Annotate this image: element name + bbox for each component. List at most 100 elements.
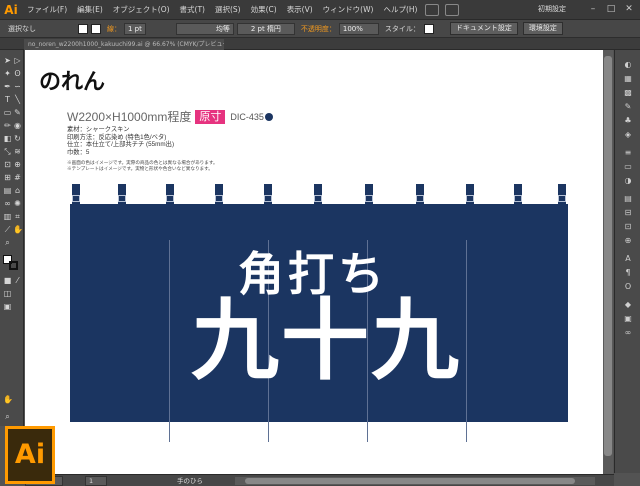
rectangle-tool-icon[interactable]: ▭ bbox=[3, 108, 12, 117]
stroke-label[interactable]: 線： bbox=[107, 24, 121, 34]
scale-badge: 原寸 bbox=[195, 109, 226, 124]
paragraph-panel-icon[interactable]: ¶ bbox=[623, 268, 633, 278]
bridge-icon[interactable] bbox=[425, 3, 440, 16]
variable-width-profile[interactable]: 均等 bbox=[175, 22, 234, 35]
stroke-swatch[interactable] bbox=[91, 23, 101, 34]
menu-object[interactable]: オブジェクト(O) bbox=[108, 4, 175, 15]
minimize-icon[interactable]: – bbox=[586, 3, 600, 15]
draw-mode-icon[interactable]: ◫ bbox=[3, 289, 12, 298]
menu-select[interactable]: 選択(S) bbox=[210, 4, 246, 15]
align-panel-icon[interactable]: ⊟ bbox=[623, 208, 633, 218]
menu-help[interactable]: ヘルプ(H) bbox=[378, 4, 422, 15]
layers-panel-icon[interactable]: ◆ bbox=[623, 300, 633, 310]
arrange-documents-icon[interactable] bbox=[445, 3, 460, 16]
brushes-panel-icon[interactable]: ✎ bbox=[623, 102, 633, 112]
stroke-panel-icon[interactable]: ≡ bbox=[623, 148, 633, 158]
horizontal-scroll-thumb[interactable] bbox=[245, 478, 575, 484]
menu-window[interactable]: ウィンドウ(W) bbox=[318, 4, 379, 15]
blend-tool-icon[interactable]: ∞ bbox=[3, 199, 12, 208]
maximize-icon[interactable]: □ bbox=[604, 3, 618, 15]
workspace-switcher[interactable]: 初期設定 bbox=[538, 4, 566, 14]
lasso-tool-icon[interactable]: ʘ bbox=[13, 69, 22, 78]
menu-effect[interactable]: 効果(C) bbox=[246, 4, 282, 15]
fill-swatch[interactable] bbox=[78, 23, 88, 34]
color-guide-icon[interactable]: ▦ bbox=[623, 74, 633, 84]
screen-mode-icon[interactable]: ▣ bbox=[3, 302, 12, 311]
menu-edit[interactable]: 編集(E) bbox=[72, 4, 108, 15]
hanging-loop bbox=[314, 184, 322, 204]
artboard-tool-icon[interactable]: ⌗ bbox=[13, 212, 22, 221]
note-template: ※テンプレートはイメージです。実物と形状や色合いなど異なります。 bbox=[67, 166, 213, 172]
hand-tool-icon[interactable]: ✋ bbox=[13, 225, 23, 234]
graphic-style-swatch[interactable] bbox=[423, 23, 434, 34]
perspective-grid-tool-icon[interactable]: ⊞ bbox=[3, 173, 12, 182]
blob-brush-tool-icon[interactable]: ◉ bbox=[13, 121, 22, 130]
mesh-tool-icon[interactable]: # bbox=[13, 173, 22, 182]
noren-shop-name: 九十九 bbox=[191, 288, 462, 392]
color-panel-icon[interactable]: ◐ bbox=[623, 60, 633, 70]
shape-builder-tool-icon[interactable]: ⊕ bbox=[13, 160, 22, 169]
graphic-styles-icon[interactable]: ◈ bbox=[623, 130, 633, 140]
hanging-loop bbox=[514, 184, 522, 204]
character-panel-icon[interactable]: A bbox=[623, 254, 633, 264]
curvature-tool-icon[interactable]: ∽ bbox=[13, 82, 22, 91]
scale-tool-icon[interactable]: ⤡ bbox=[3, 147, 12, 156]
vertical-scroll-thumb[interactable] bbox=[604, 56, 612, 456]
menu-view[interactable]: 表示(V) bbox=[282, 4, 318, 15]
zoom-tool-icon[interactable]: ⌕ bbox=[3, 238, 12, 247]
direct-selection-tool-icon[interactable]: ▷ bbox=[13, 56, 22, 65]
panel-count-line: 巾数：5 bbox=[67, 148, 90, 156]
hand-tool-active-icon[interactable]: ✋ bbox=[3, 395, 13, 404]
panel-seam bbox=[466, 240, 467, 442]
color-mode-icon[interactable]: ■ bbox=[3, 276, 12, 285]
stroke-weight-field[interactable]: 1 pt bbox=[124, 22, 146, 35]
document-tab[interactable]: no_noren_w2200h1000_kakuuchi99.ai @ 66.6… bbox=[24, 39, 224, 50]
selection-tool-icon[interactable]: ➤ bbox=[3, 56, 12, 65]
gradient-tool-icon[interactable]: ▤ bbox=[3, 186, 12, 195]
zoom-tool-bottom-icon[interactable]: ⌕ bbox=[3, 412, 12, 421]
links-panel-icon[interactable]: ∞ bbox=[623, 328, 633, 338]
opentype-panel-icon[interactable]: O bbox=[623, 282, 633, 292]
free-transform-tool-icon[interactable]: ⊡ bbox=[3, 160, 12, 169]
transparency-panel-icon[interactable]: ◑ bbox=[623, 176, 633, 186]
gradient-panel-icon[interactable]: ▭ bbox=[623, 162, 633, 172]
stroke-color-icon[interactable] bbox=[9, 261, 18, 270]
rotate-tool-icon[interactable]: ↻ bbox=[13, 134, 22, 143]
artboard-canvas[interactable]: のれん W2200×H1000mm程度 原寸 DIC-435 素材：シャークスキ… bbox=[25, 50, 613, 474]
artboards-panel-icon[interactable]: ▣ bbox=[623, 314, 633, 324]
pencil-tool-icon[interactable]: ✏ bbox=[3, 121, 12, 130]
app-logo: Ai bbox=[4, 2, 18, 17]
control-bar: 選択なし 線： 1 pt 均等 2 pt 楕円 不透明度： 100% スタイル：… bbox=[0, 20, 640, 38]
menu-type[interactable]: 書式(T) bbox=[175, 4, 210, 15]
warp-tool-icon[interactable]: ≋ bbox=[13, 147, 22, 156]
line-tool-icon[interactable]: ╲ bbox=[13, 95, 22, 104]
preferences-button[interactable]: 環境設定 bbox=[522, 22, 563, 35]
noren-curtain[interactable]: 角打ち 九十九 bbox=[70, 184, 568, 442]
paintbrush-tool-icon[interactable]: ✎ bbox=[13, 108, 22, 117]
spec-line: W2200×H1000mm程度 原寸 DIC-435 bbox=[67, 108, 273, 125]
artboard-navigator[interactable]: 1 bbox=[85, 476, 107, 486]
none-color-icon[interactable]: ⁄ bbox=[13, 276, 22, 285]
vertical-scrollbar[interactable] bbox=[603, 50, 613, 474]
slice-tool-icon[interactable]: ⟋ bbox=[3, 225, 12, 234]
eyedropper-tool-icon[interactable]: ⌂ bbox=[13, 186, 22, 195]
magic-wand-tool-icon[interactable]: ✦ bbox=[3, 69, 12, 78]
pen-tool-icon[interactable]: ✒ bbox=[3, 82, 12, 91]
document-setup-button[interactable]: ドキュメント設定 bbox=[449, 22, 518, 35]
menu-file[interactable]: ファイル(F) bbox=[22, 4, 72, 15]
pathfinder-panel-icon[interactable]: ⊕ bbox=[623, 236, 633, 246]
symbol-sprayer-tool-icon[interactable]: ✺ bbox=[13, 199, 22, 208]
swatches-panel-icon[interactable]: ▩ bbox=[623, 88, 633, 98]
column-graph-tool-icon[interactable]: ▥ bbox=[3, 212, 12, 221]
opacity-field[interactable]: 100% bbox=[338, 22, 379, 35]
status-bar: 66.67% 1 手のひら bbox=[25, 474, 614, 486]
opacity-label[interactable]: 不透明度： bbox=[301, 24, 336, 34]
close-icon[interactable]: ✕ bbox=[622, 3, 636, 15]
symbols-panel-icon[interactable]: ♣ bbox=[623, 116, 633, 126]
eraser-tool-icon[interactable]: ◧ bbox=[3, 134, 12, 143]
appearance-panel-icon[interactable]: ▤ bbox=[623, 194, 633, 204]
type-tool-icon[interactable]: T bbox=[3, 95, 12, 104]
horizontal-scrollbar[interactable] bbox=[235, 477, 595, 485]
transform-panel-icon[interactable]: ⊡ bbox=[623, 222, 633, 232]
brush-definition[interactable]: 2 pt 楕円 bbox=[236, 22, 295, 35]
